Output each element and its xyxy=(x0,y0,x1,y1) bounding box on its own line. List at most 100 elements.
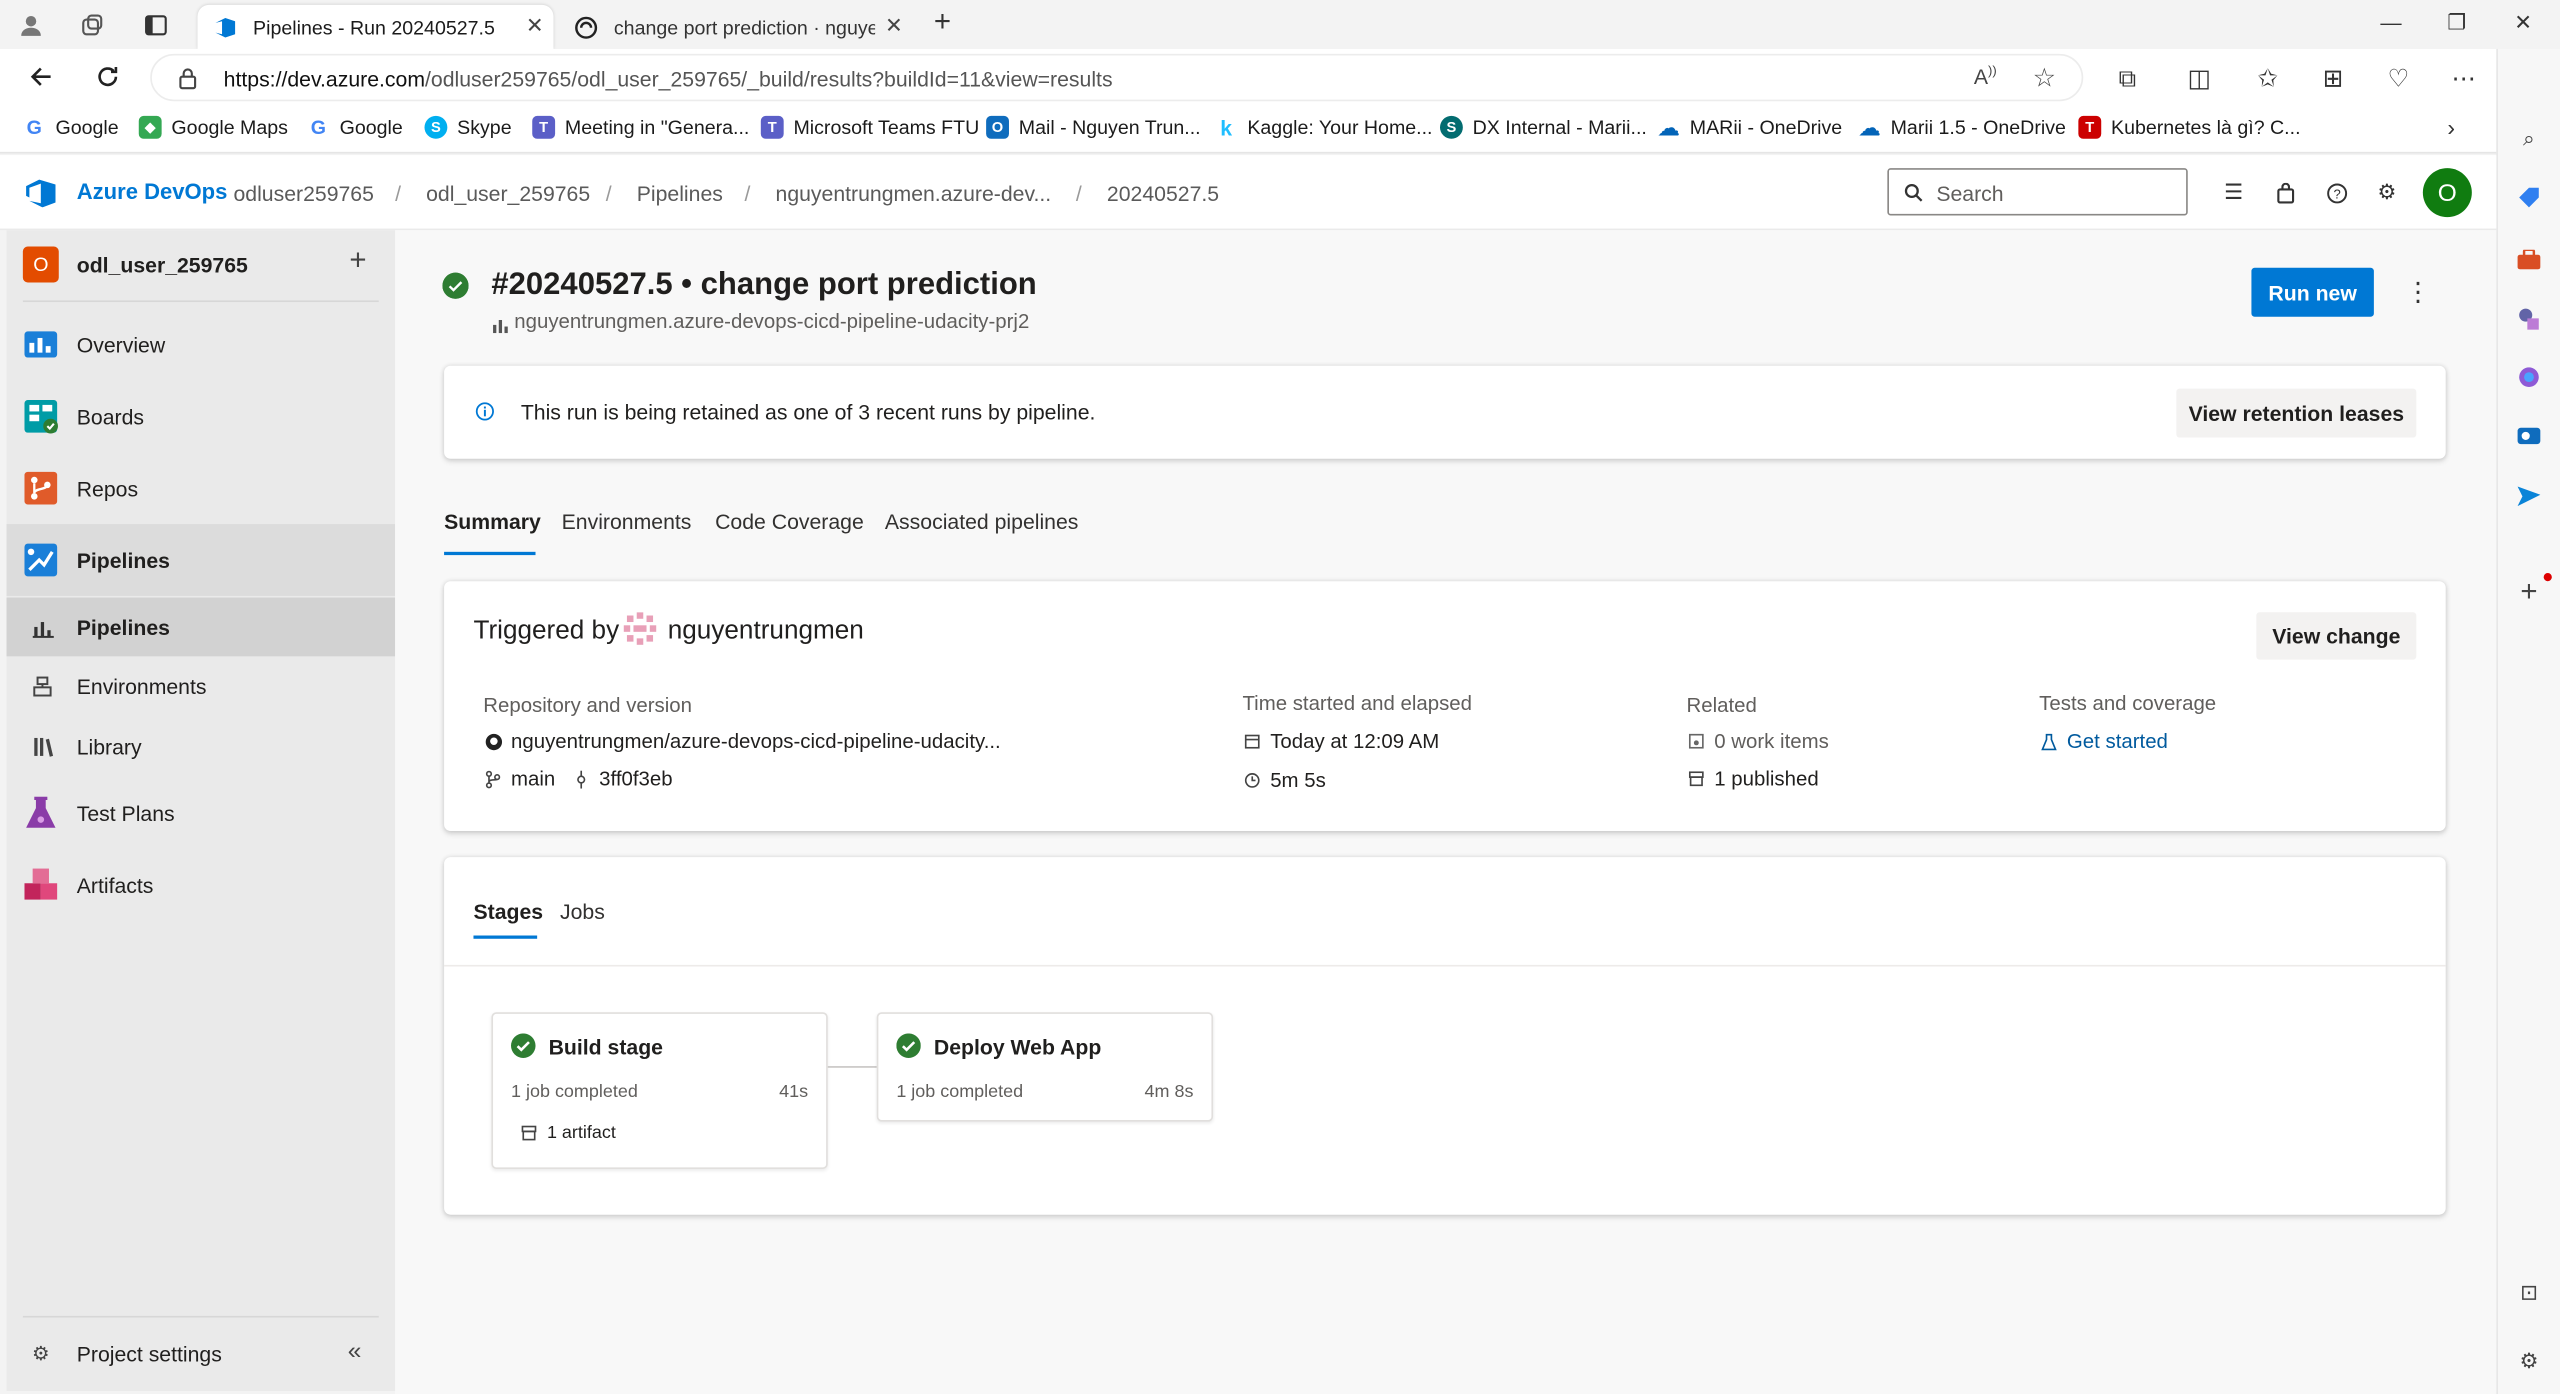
run-repo-name[interactable]: nguyentrungmen.azure-devops-cicd-pipelin… xyxy=(514,310,1029,333)
chevron-right-icon[interactable]: › xyxy=(2447,114,2455,140)
add-sidebar-icon[interactable]: + xyxy=(2514,574,2543,607)
view-change-button[interactable]: View change xyxy=(2256,612,2417,660)
tab-code-coverage[interactable]: Code Coverage xyxy=(715,509,864,533)
add-icon[interactable]: + xyxy=(349,243,366,277)
breadcrumb-run[interactable]: 20240527.5 xyxy=(1107,181,1219,205)
project-header[interactable]: O odl_user_259765 + xyxy=(22,243,385,286)
bookmark-teams-ftu[interactable]: T Microsoft Teams FTU xyxy=(760,115,979,139)
stages-tab-indicator xyxy=(473,935,538,939)
outlook-sidebar-icon[interactable] xyxy=(2514,421,2543,450)
bookmark-google-maps[interactable]: ◆ Google Maps xyxy=(138,115,288,139)
bookmark-google-2[interactable]: G Google xyxy=(307,116,403,139)
nav-artifacts[interactable]: Artifacts xyxy=(7,852,396,917)
back-icon[interactable] xyxy=(23,59,59,95)
brand-name[interactable]: Azure DevOps xyxy=(77,180,228,204)
bookmark-marii-onedrive[interactable]: ☁ MARii - OneDrive xyxy=(1657,113,1842,139)
collapse-nav-icon[interactable]: « xyxy=(348,1337,362,1365)
commit-value[interactable]: 3ff0f3eb xyxy=(571,767,673,790)
browser-essentials-icon[interactable]: ♡ xyxy=(2382,62,2415,95)
environments-icon xyxy=(31,674,54,697)
stage-deploy[interactable]: Deploy Web App 1 job completed 4m 8s xyxy=(876,1012,1214,1122)
breadcrumb-pipeline-name[interactable]: nguyentrungmen.azure-dev... xyxy=(776,181,1052,205)
repo-version-value[interactable]: nguyentrungmen/azure-devops-cicd-pipelin… xyxy=(483,730,1001,753)
breadcrumb-organization[interactable]: odluser259765 xyxy=(233,181,373,205)
close-tab-icon[interactable]: ✕ xyxy=(526,13,544,39)
work-items-list-icon[interactable]: ☰ xyxy=(2219,178,2248,207)
subnav-label: Environments xyxy=(76,673,207,698)
read-aloud-icon[interactable]: A)) xyxy=(1974,64,1997,89)
tab-associated-pipelines[interactable]: Associated pipelines xyxy=(885,509,1079,533)
screenshot-icon[interactable]: ⊡ xyxy=(2514,1278,2543,1307)
bookmark-skype[interactable]: S Skype xyxy=(424,115,512,139)
extensions-icon[interactable]: ⧉ xyxy=(2111,62,2144,95)
run-new-button[interactable]: Run new xyxy=(2251,267,2374,317)
stage-build[interactable]: Build stage 1 job completed 41s 1 artifa… xyxy=(491,1012,828,1169)
tab-pipelines-run[interactable]: Pipelines - Run 20240527.5 ✕ xyxy=(197,4,554,49)
close-window-icon[interactable]: ✕ xyxy=(2514,10,2532,36)
sidebar-settings-icon[interactable]: ⚙ xyxy=(2514,1347,2543,1376)
browser-window: Pipelines - Run 20240527.5 ✕ change port… xyxy=(0,0,2560,1394)
breadcrumb-project[interactable]: odl_user_259765 xyxy=(426,181,590,205)
send-icon[interactable] xyxy=(2514,482,2543,511)
restore-icon[interactable]: ❐ xyxy=(2447,10,2466,36)
bookmark-kubernetes[interactable]: T Kubernetes là gì? C... xyxy=(2078,115,2301,139)
nav-repos[interactable]: Repos xyxy=(7,456,396,521)
more-menu-icon[interactable]: ⋯ xyxy=(2447,62,2480,95)
bookmark-google[interactable]: G Google xyxy=(23,116,119,139)
bookmark-mail[interactable]: O Mail - Nguyen Trun... xyxy=(986,115,1201,139)
stage-artifact-link[interactable]: 1 artifact xyxy=(521,1123,616,1143)
bookmark-dx-internal[interactable]: S DX Internal - Marii... xyxy=(1439,115,1647,139)
subnav-library[interactable]: Library xyxy=(7,717,396,776)
new-tab-icon[interactable]: + xyxy=(934,5,951,39)
get-started-link[interactable]: Get started xyxy=(2039,730,2168,753)
address-row: https://dev.azure.com/odluser259765/odl_… xyxy=(0,48,2560,105)
tab-summary[interactable]: Summary xyxy=(444,509,541,533)
marketplace-bag-icon[interactable] xyxy=(2271,178,2300,207)
games-icon[interactable] xyxy=(2514,304,2543,333)
user-settings-icon[interactable]: ⚙ xyxy=(2372,178,2401,207)
user-avatar[interactable]: O xyxy=(2422,168,2472,218)
favorite-star-icon[interactable]: ☆ xyxy=(2033,62,2056,95)
collections-icon[interactable]: ⊞ xyxy=(2317,62,2350,95)
nav-boards[interactable]: Boards xyxy=(7,384,396,449)
minimize-icon[interactable]: — xyxy=(2380,10,2401,34)
project-settings[interactable]: ⚙ Project settings « xyxy=(7,1324,396,1383)
nav-overview[interactable]: Overview xyxy=(7,312,396,377)
favorites-icon[interactable]: ✩ xyxy=(2251,62,2284,95)
bookmark-kaggle[interactable]: k Kaggle: Your Home... xyxy=(1215,115,1432,139)
office-icon[interactable] xyxy=(2514,362,2543,391)
artifact-count: 1 artifact xyxy=(546,1123,616,1143)
workspaces-icon[interactable] xyxy=(77,10,106,39)
help-icon[interactable]: ? xyxy=(2322,178,2351,207)
bookmark-meeting[interactable]: T Meeting in "Genera... xyxy=(532,115,749,139)
profile-icon[interactable] xyxy=(16,10,45,39)
nav-test-plans[interactable]: Test Plans xyxy=(7,780,396,845)
subnav-pipelines[interactable]: Pipelines xyxy=(6,597,396,657)
published-value[interactable]: 1 published xyxy=(1687,767,1819,790)
tab-actions-icon[interactable] xyxy=(140,10,169,39)
view-retention-leases-button[interactable]: View retention leases xyxy=(2176,388,2417,438)
shopping-tag-icon[interactable] xyxy=(2514,183,2543,212)
triggered-by-user[interactable]: nguyentrungmen xyxy=(668,617,864,646)
divider xyxy=(444,964,2446,967)
split-screen-icon[interactable]: ◫ xyxy=(2183,62,2216,95)
branch-value[interactable]: main xyxy=(483,767,555,790)
tab-change-port-prediction[interactable]: change port prediction · nguyent ✕ xyxy=(558,5,912,49)
azure-devops-logo-icon[interactable] xyxy=(24,178,57,216)
tab-jobs[interactable]: Jobs xyxy=(560,900,605,924)
bookmark-marii15-onedrive[interactable]: ☁ Marii 1.5 - OneDrive xyxy=(1858,113,2066,139)
search-sidebar-icon[interactable]: ⌕ xyxy=(2514,124,2543,153)
more-actions-icon[interactable]: ⋮ xyxy=(2405,276,2431,309)
nav-pipelines[interactable]: Pipelines xyxy=(6,524,396,596)
search-input[interactable]: Search xyxy=(1887,168,2188,216)
tools-icon[interactable] xyxy=(2514,245,2543,274)
elapsed-value: 5m 5s xyxy=(1242,769,1326,792)
refresh-icon[interactable] xyxy=(90,59,126,95)
breadcrumb-pipelines[interactable]: Pipelines xyxy=(637,181,723,205)
tab-environments[interactable]: Environments xyxy=(562,509,692,533)
address-bar[interactable]: https://dev.azure.com/odluser259765/odl_… xyxy=(150,53,2084,102)
work-items-value[interactable]: 0 work items xyxy=(1687,730,1829,753)
subnav-environments[interactable]: Environments xyxy=(7,656,396,715)
tab-stages[interactable]: Stages xyxy=(473,900,543,924)
close-tab-icon[interactable]: ✕ xyxy=(885,13,903,39)
